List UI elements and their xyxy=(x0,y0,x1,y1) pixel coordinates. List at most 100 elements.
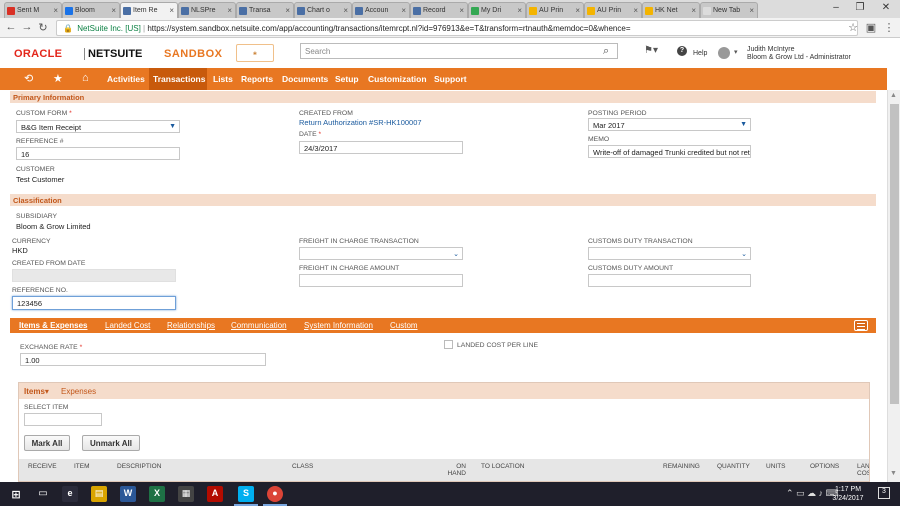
customs-amount-input[interactable] xyxy=(588,274,751,287)
tab-system-information[interactable]: System Information xyxy=(304,321,373,330)
close-icon[interactable]: × xyxy=(285,6,290,15)
close-icon[interactable]: × xyxy=(227,6,232,15)
browser-tab[interactable]: Chart o × xyxy=(294,2,352,18)
taskbar-clock[interactable]: 1:17 PM 3/24/2017 xyxy=(828,485,868,503)
tab-items[interactable]: Items▾ xyxy=(24,387,49,396)
help-icon[interactable]: ? xyxy=(677,46,687,56)
star-icon[interactable]: ★ xyxy=(53,72,63,85)
recent-records-icon[interactable]: ⚑▾ xyxy=(644,45,658,56)
col-options[interactable]: OPTIONS xyxy=(810,463,839,470)
nav-customization[interactable]: Customization xyxy=(368,74,427,84)
close-icon[interactable]: × xyxy=(169,6,174,15)
browser-tab[interactable]: My Dri × xyxy=(468,2,526,18)
col-item[interactable]: ITEM xyxy=(74,463,90,470)
help-link[interactable]: Help xyxy=(693,50,707,57)
browser-tab[interactable]: Sent M × xyxy=(4,2,62,18)
window-close-icon[interactable]: ✕ xyxy=(876,2,896,13)
date-input[interactable]: 24/3/2017 xyxy=(299,141,463,154)
created-from-link[interactable]: Return Authorization #SR-HK100007 xyxy=(299,118,422,127)
extension-icon[interactable]: ▣ xyxy=(864,21,878,34)
reference-no-input[interactable]: 123456 xyxy=(12,296,176,310)
global-search-input[interactable]: Search xyxy=(300,43,618,59)
custom-form-select[interactable]: B&G Item Receipt ▼ xyxy=(16,120,180,133)
nav-support[interactable]: Support xyxy=(434,74,467,84)
browser-tab[interactable]: Bloom × xyxy=(62,2,120,18)
tab-relationships[interactable]: Relationships xyxy=(167,321,215,330)
tab-custom[interactable]: Custom xyxy=(390,321,418,330)
task-view-icon[interactable]: ▭ xyxy=(35,486,51,502)
col-receive[interactable]: RECEIVE xyxy=(28,463,57,470)
close-icon[interactable]: × xyxy=(401,6,406,15)
close-icon[interactable]: × xyxy=(749,6,754,15)
close-icon[interactable]: × xyxy=(459,6,464,15)
col-on-hand[interactable]: ON HAND xyxy=(446,463,466,477)
browser-tab[interactable]: Item Re × xyxy=(120,2,178,18)
browser-menu-icon[interactable]: ⋮ xyxy=(882,21,896,34)
browser-tab[interactable]: New Tab × xyxy=(700,2,758,18)
nav-setup[interactable]: Setup xyxy=(335,74,359,84)
col-to-location[interactable]: TO LOCATION xyxy=(481,463,524,470)
tab-communication[interactable]: Communication xyxy=(231,321,287,330)
primary-section-title[interactable]: Primary Information xyxy=(10,91,876,103)
nav-transactions[interactable]: Transactions xyxy=(153,74,205,84)
browser-tab[interactable]: Accoun × xyxy=(352,2,410,18)
freight-amount-input[interactable] xyxy=(299,274,463,287)
col-remaining[interactable]: REMAINING xyxy=(663,463,700,470)
excel-icon[interactable]: X xyxy=(149,486,165,502)
unmark-all-button[interactable]: Unmark All xyxy=(82,435,140,451)
skype-icon[interactable]: S xyxy=(238,486,254,502)
file-explorer-icon[interactable]: ▤ xyxy=(91,486,107,502)
col-class[interactable]: CLASS xyxy=(292,463,313,470)
mark-all-button[interactable]: Mark All xyxy=(24,435,70,451)
close-icon[interactable]: × xyxy=(633,6,638,15)
home-icon[interactable]: ⌂ xyxy=(82,72,89,84)
reload-icon[interactable]: ↻ xyxy=(36,21,50,34)
subtab-menu-icon[interactable] xyxy=(854,320,868,331)
windows-start-icon[interactable]: ⊞ xyxy=(8,486,24,502)
minimize-icon[interactable]: – xyxy=(826,2,846,13)
browser-tab[interactable]: AU Prin × xyxy=(584,2,642,18)
chevron-down-icon[interactable]: ▾ xyxy=(734,48,738,56)
acrobat-icon[interactable]: A xyxy=(207,486,223,502)
close-icon[interactable]: × xyxy=(343,6,348,15)
tab-expenses[interactable]: Expenses xyxy=(61,387,96,396)
forward-icon[interactable]: → xyxy=(20,21,34,33)
app-icon[interactable]: ▦ xyxy=(178,486,194,502)
browser-tab[interactable]: AU Prin × xyxy=(526,2,584,18)
scroll-up-icon[interactable]: ▲ xyxy=(890,92,897,99)
scroll-down-icon[interactable]: ▼ xyxy=(890,470,897,477)
notification-icon[interactable]: 3 xyxy=(878,487,890,499)
close-icon[interactable]: × xyxy=(111,6,116,15)
reference-input[interactable]: 16 xyxy=(16,147,180,160)
col-landed-cost[interactable]: LAN COS xyxy=(857,463,869,477)
landed-cost-checkbox[interactable] xyxy=(444,340,453,349)
exchange-rate-input[interactable]: 1.00 xyxy=(20,353,266,366)
tab-items-expenses[interactable]: Items & Expenses xyxy=(19,321,87,330)
tab-landed-cost[interactable]: Landed Cost xyxy=(105,321,150,330)
chrome-icon[interactable]: ● xyxy=(267,486,283,502)
back-icon[interactable]: ← xyxy=(4,21,18,33)
edge-icon[interactable]: e xyxy=(62,486,78,502)
word-icon[interactable]: W xyxy=(120,486,136,502)
maximize-icon[interactable]: ❐ xyxy=(850,2,870,13)
nav-documents[interactable]: Documents xyxy=(282,74,328,84)
posting-period-select[interactable]: Mar 2017 ▼ xyxy=(588,118,751,131)
col-quantity[interactable]: QUANTITY xyxy=(717,463,750,470)
browser-tab[interactable]: HK Net × xyxy=(642,2,700,18)
page-scrollbar[interactable]: ▲ ▼ xyxy=(887,90,900,482)
browser-tab[interactable]: Record × xyxy=(410,2,468,18)
customs-txn-select[interactable]: ⌄ xyxy=(588,247,751,260)
col-units[interactable]: UNITS xyxy=(766,463,786,470)
avatar[interactable] xyxy=(718,47,730,59)
freight-txn-select[interactable]: ⌄ xyxy=(299,247,463,260)
close-icon[interactable]: × xyxy=(53,6,58,15)
nav-reports[interactable]: Reports xyxy=(241,74,273,84)
nav-lists[interactable]: Lists xyxy=(213,74,233,84)
url-input[interactable]: 🔒 NetSuite Inc. [US] | https://system.sa… xyxy=(56,20,858,36)
bookmark-star-icon[interactable]: ☆ xyxy=(846,21,860,34)
browser-tab[interactable]: NLSPre × xyxy=(178,2,236,18)
classification-section-title[interactable]: Classification xyxy=(10,194,876,206)
col-description[interactable]: DESCRIPTION xyxy=(117,463,161,470)
nav-activities[interactable]: Activities xyxy=(107,74,145,84)
close-icon[interactable]: × xyxy=(517,6,522,15)
